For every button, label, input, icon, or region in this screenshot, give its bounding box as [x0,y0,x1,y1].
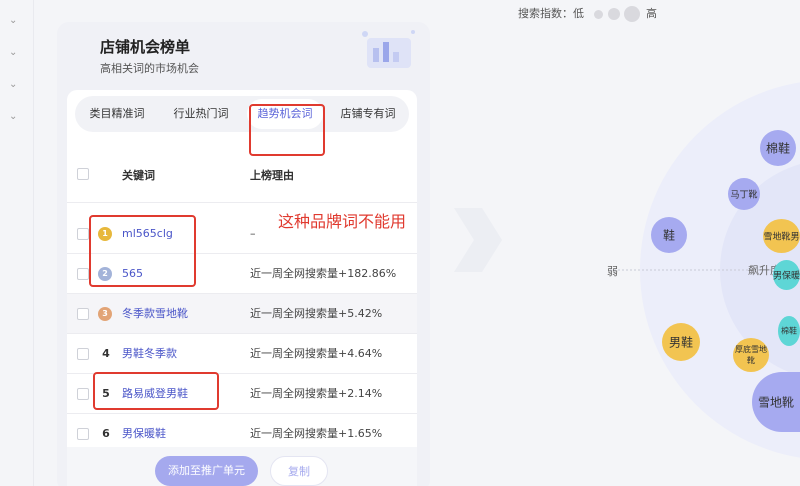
bubble-keyword[interactable]: 棉鞋 [778,316,800,346]
chevron-down-icon[interactable]: ⌄ [9,80,19,90]
panel-subtitle: 高相关词的市场机会 [100,62,199,75]
tab-trend-opportunity[interactable]: 趋势机会词 [247,99,323,129]
bubble-keyword[interactable]: 厚底雪地靴 [733,338,769,372]
bubble-keyword[interactable]: 棉鞋 [760,130,796,166]
reason-text: 近一周全网搜索量+182.86% [250,267,397,280]
reason-text: 近一周全网搜索量+4.64% [250,347,383,360]
keyword-link[interactable]: ml565clg [122,214,173,254]
copy-button[interactable]: 复制 [270,456,328,486]
rank-number: 5 [102,387,110,400]
row-checkbox[interactable] [77,228,89,240]
tab-category-precise[interactable]: 类目精准词 [75,96,159,132]
column-header-reason: 上榜理由 [250,169,294,182]
bronze-medal-icon: 3 [98,307,112,321]
keyword-list-card: 类目精准词 行业热门词 趋势机会词 店铺专有词 关键词 上榜理由 1 ml565… [67,90,417,486]
reason-text: – [250,227,256,240]
keyword-link[interactable]: 565 [122,254,143,294]
table-row[interactable]: 5 路易威登男鞋 近一周全网搜索量+2.14% [67,374,417,414]
table-header: 关键词 上榜理由 [67,146,417,203]
legend-low: 低 [573,7,584,20]
row-checkbox[interactable] [77,268,89,280]
legend-dot-large [624,6,640,22]
keyword-link[interactable]: 冬季款雪地靴 [122,294,188,334]
arrow-right-icon [454,208,502,272]
tab-industry-hot[interactable]: 行业热门词 [159,96,243,132]
rank-number: 4 [102,347,110,360]
annotation-text: 这种品牌词不能用 [278,212,407,231]
legend-label: 搜索指数： [518,7,573,20]
chevron-down-icon[interactable]: ⌄ [9,112,19,122]
table-row[interactable]: 4 男鞋冬季款 近一周全网搜索量+4.64% [67,334,417,374]
tab-bar: 类目精准词 行业热门词 趋势机会词 店铺专有词 [75,96,409,132]
chevron-down-icon[interactable]: ⌄ [9,48,19,58]
axis-label-weak: 弱 [607,265,618,278]
legend-high: 高 [646,7,657,20]
row-checkbox[interactable] [77,308,89,320]
panel-title: 店铺机会榜单 [100,38,191,56]
table-row[interactable]: 3 冬季款雪地靴 近一周全网搜索量+5.42% [67,294,417,334]
bubble-keyword[interactable]: 男保暖 [773,260,800,290]
row-checkbox[interactable] [77,388,89,400]
action-footer: 添加至推广单元 复制 [67,447,417,486]
legend-dot-small [594,10,603,19]
tab-shop-exclusive[interactable]: 店铺专有词 [327,96,409,132]
bubble-keyword[interactable]: 马丁靴 [728,178,760,210]
keyword-link[interactable]: 路易威登男鞋 [122,374,188,414]
search-index-legend: 搜索指数：低 [518,5,584,21]
table-row[interactable]: 2 565 近一周全网搜索量+182.86% [67,254,417,294]
silver-medal-icon: 2 [98,267,112,281]
gold-medal-icon: 1 [98,227,112,241]
bubble-keyword[interactable]: 男鞋 [662,323,700,361]
row-checkbox[interactable] [77,348,89,360]
add-to-promotion-button[interactable]: 添加至推广单元 [155,456,258,486]
reason-text: 近一周全网搜索量+5.42% [250,307,383,320]
bubble-keyword[interactable]: 雪地靴男 [763,219,800,253]
select-all-checkbox[interactable] [77,168,89,180]
column-header-keyword: 关键词 [122,169,155,182]
reason-text: 近一周全网搜索量+2.14% [250,387,383,400]
shop-opportunity-panel: 店铺机会榜单 高相关词的市场机会 类目精准词 行业热门词 趋势机会词 店铺专有词… [57,22,430,486]
left-rail: ⌄ ⌄ ⌄ ⌄ [0,0,34,486]
chart-illustration-icon [362,30,415,68]
keyword-link[interactable]: 男鞋冬季款 [122,334,177,374]
row-checkbox[interactable] [77,428,89,440]
bubble-keyword[interactable]: 鞋 [651,217,687,253]
chevron-down-icon[interactable]: ⌄ [9,16,19,26]
legend-dot-medium [608,8,620,20]
